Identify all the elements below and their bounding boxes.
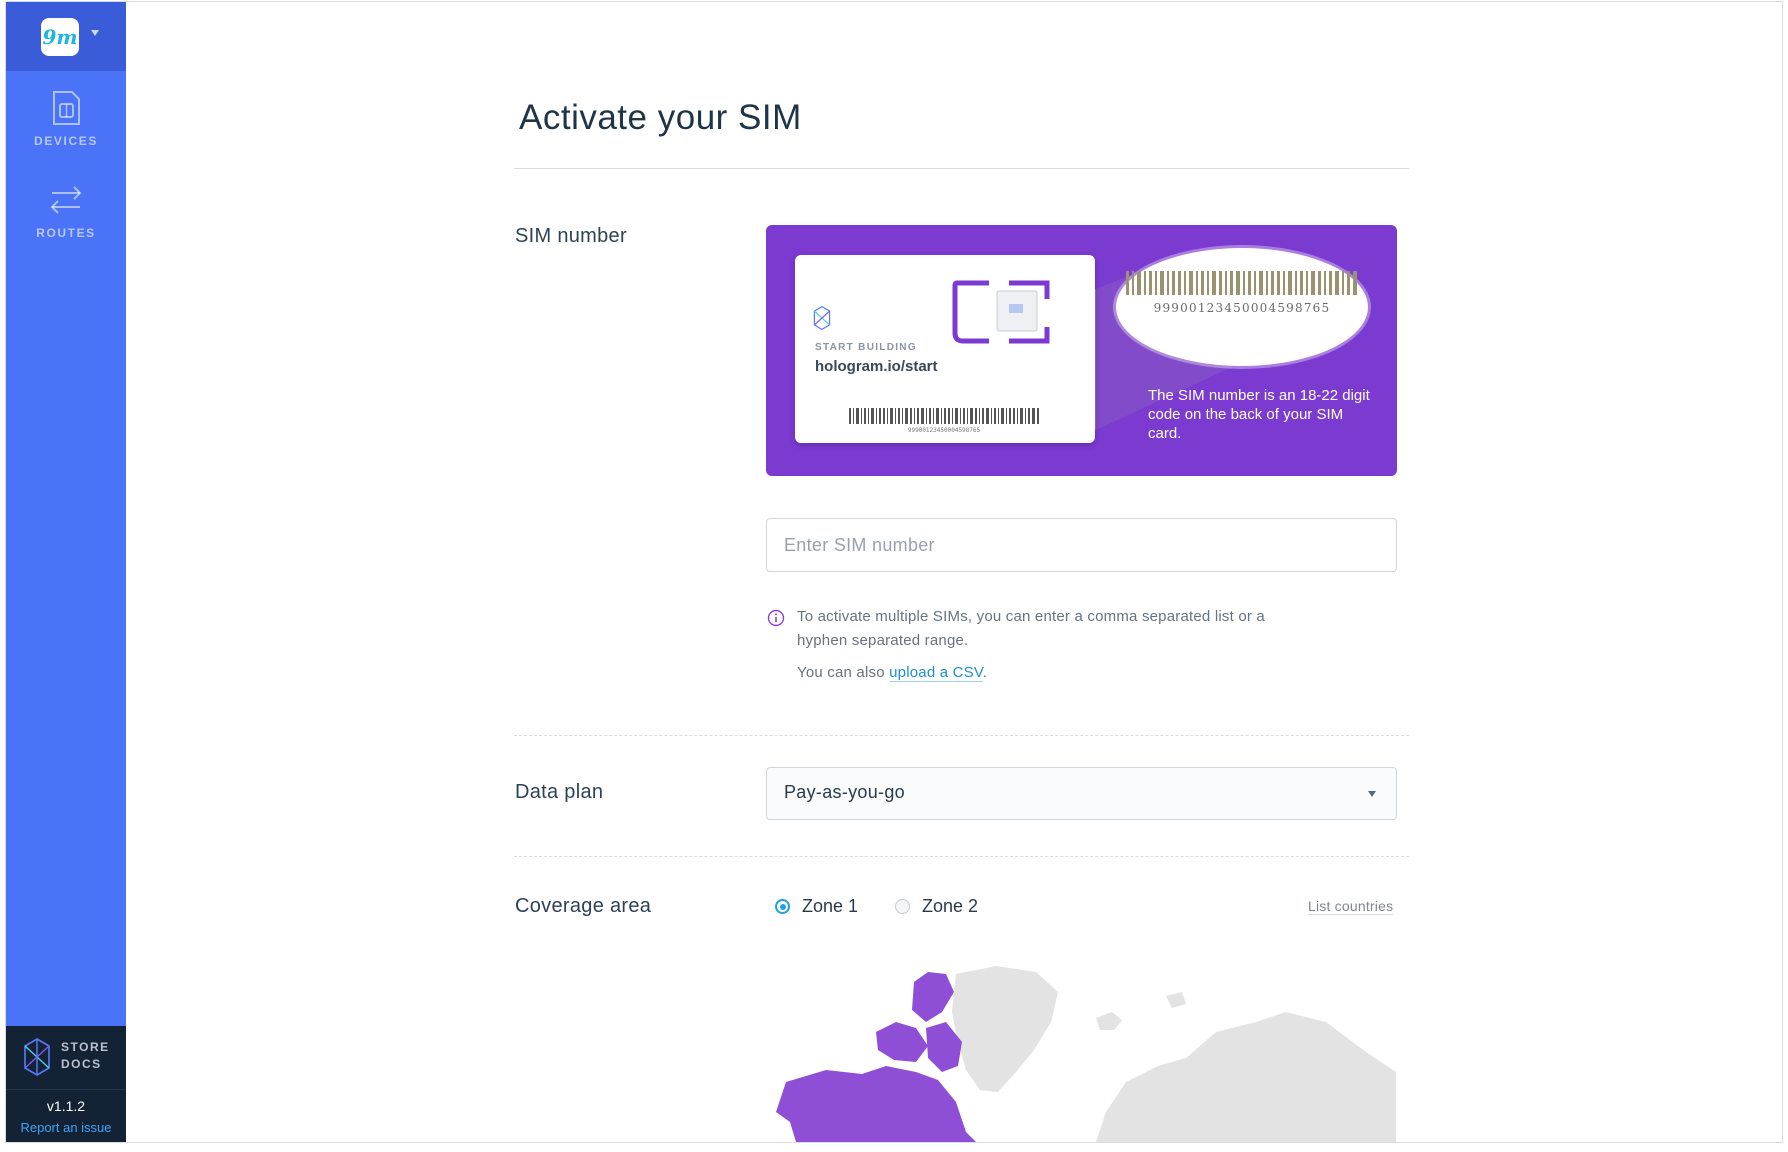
data-plan-label: Data plan — [515, 781, 604, 803]
sim-number-zoom: 99900123450004598765 — [1116, 248, 1368, 366]
main-content: Activate your SIM SIM number START BUILD… — [6, 2, 1782, 1142]
card-number: 99900123450004598765 — [907, 427, 981, 434]
sim-number-caption: The SIM number is an 18-22 digit code on… — [1148, 387, 1370, 442]
radio-label: Zone 2 — [922, 896, 979, 916]
zoom-number: 99900123450004598765 — [1153, 301, 1331, 315]
page-title: Activate your SIM — [519, 98, 802, 137]
map-region-greenland — [952, 966, 1058, 1092]
card-url: hologram.io/start — [815, 358, 938, 375]
data-plan-select[interactable]: Pay-as-you-go — [766, 767, 1397, 820]
radio-label: Zone 1 — [802, 896, 859, 916]
zoom-barcode — [1126, 271, 1357, 295]
list-countries-link[interactable]: List countries — [1308, 898, 1394, 915]
app-window: 9m DEVICES ROUTES STORE DOCS v1.1.2 Repo… — [5, 1, 1783, 1143]
multiple-sims-hint: To activate multiple SIMs, you can enter… — [797, 608, 1265, 649]
map-region-iceland — [1096, 1012, 1122, 1030]
map-region-svalbard — [1166, 992, 1186, 1008]
map-region-north-america — [776, 1066, 976, 1142]
coverage-map — [776, 966, 1396, 1142]
upload-csv-link[interactable]: upload a CSV — [889, 664, 983, 682]
hologram-logo-icon — [813, 306, 831, 330]
csv-hint-prefix: You can also — [797, 664, 890, 681]
chevron-down-icon — [1368, 791, 1376, 797]
data-plan-value: Pay-as-you-go — [784, 782, 905, 802]
sim-number-input[interactable] — [766, 518, 1397, 572]
map-region-canada-islands — [876, 1022, 928, 1062]
map-region-canada-arctic — [912, 972, 954, 1022]
csv-hint-suffix: . — [982, 664, 988, 681]
card-tagline: START BUILDING — [815, 342, 917, 353]
csv-hint: You can also upload a CSV. — [797, 664, 988, 682]
coverage-area-label: Coverage area — [515, 895, 652, 917]
sim-number-label: SIM number — [515, 225, 627, 247]
radio-selected-icon — [775, 899, 790, 914]
sim-chip-graphic — [952, 280, 1050, 344]
title-divider — [514, 168, 1409, 169]
zone-1-radio[interactable]: Zone 1 — [775, 896, 858, 917]
map-region-eurasia — [1096, 1012, 1396, 1142]
section-divider — [514, 856, 1409, 857]
section-divider — [514, 735, 1409, 736]
card-barcode — [849, 408, 1039, 424]
radio-unselected-icon — [895, 899, 910, 914]
sim-number-illustration: START BUILDING hologram.io/start 9990012… — [766, 225, 1397, 476]
info-icon — [767, 609, 785, 627]
zone-2-radio[interactable]: Zone 2 — [895, 896, 978, 917]
